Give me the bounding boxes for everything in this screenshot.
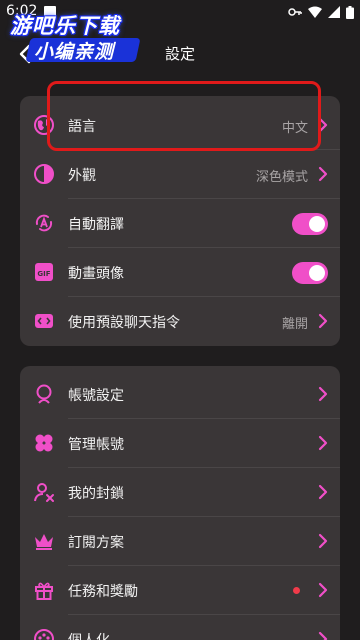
settings-row-value: 離開 — [281, 317, 308, 332]
crown-icon — [32, 529, 56, 553]
settings-row-account-settings[interactable]: 帳號設定 — [20, 370, 340, 419]
settings-card-account: 帳號設定 管理帳號 我的封鎖 訂閱方案 任務和獎勵 — [20, 366, 340, 640]
settings-row-label: 訂閱方案 — [68, 535, 124, 551]
settings-row-label: 帳號設定 — [68, 388, 124, 404]
watermark-line1: 游吧乐下载 — [10, 14, 120, 38]
settings-row-label: 自動翻譯 — [68, 217, 124, 233]
settings-row-label: 動畫頭像 — [68, 266, 124, 282]
toggle-knob — [309, 265, 325, 281]
settings-row-manage-accounts[interactable]: 管理帳號 — [20, 419, 340, 468]
settings-row-label: 外觀 — [68, 168, 96, 184]
settings-row-label: 任務和獎勵 — [68, 584, 138, 600]
notification-dot — [293, 587, 300, 594]
theme-icon — [32, 162, 56, 186]
chevron-right-icon — [318, 166, 328, 182]
manage-accounts-icon — [32, 431, 56, 455]
watermark: 游吧乐下载 小编亲测 — [4, 10, 154, 66]
palette-icon — [32, 627, 56, 640]
chevron-right-icon — [318, 435, 328, 451]
wifi-icon — [308, 6, 322, 18]
signal-icon — [328, 6, 340, 18]
watermark-line2: 小编亲测 — [34, 41, 115, 63]
settings-row-subscription[interactable]: 訂閱方案 — [20, 517, 340, 566]
settings-row-label: 我的封鎖 — [68, 486, 124, 502]
svg-text:GIF: GIF — [37, 270, 50, 278]
gif-icon: GIF — [32, 260, 56, 284]
account-icon — [32, 382, 56, 406]
settings-row-label: 個人化 — [68, 630, 110, 640]
battery-icon — [346, 5, 354, 19]
annotation-highlight — [47, 81, 321, 151]
key-icon — [288, 8, 302, 16]
chevron-right-icon — [318, 484, 328, 500]
auto-translate-toggle[interactable] — [292, 213, 328, 235]
settings-row-label: 管理帳號 — [68, 437, 124, 453]
gift-icon — [32, 578, 56, 602]
animated-avatar-toggle[interactable] — [292, 262, 328, 284]
settings-row-default-chat-command[interactable]: 使用預設聊天指令 離開 — [20, 297, 340, 346]
command-icon — [32, 309, 56, 333]
settings-row-personalize[interactable]: 個人化 — [20, 615, 340, 640]
toggle-knob — [309, 216, 325, 232]
settings-row-value: 深色模式 — [255, 170, 308, 185]
settings-row-appearance[interactable]: 外觀 深色模式 — [20, 150, 340, 199]
chevron-right-icon — [318, 631, 328, 640]
chevron-right-icon — [318, 386, 328, 402]
status-icons — [288, 5, 354, 19]
block-user-icon — [32, 480, 56, 504]
chevron-right-icon — [318, 313, 328, 329]
chevron-right-icon — [318, 582, 328, 598]
settings-row-my-blocks[interactable]: 我的封鎖 — [20, 468, 340, 517]
settings-row-label: 使用預設聊天指令 — [68, 315, 180, 331]
settings-row-tasks-rewards[interactable]: 任務和獎勵 — [20, 566, 340, 615]
settings-row-animated-avatar: GIF 動畫頭像 — [20, 248, 340, 297]
settings-row-auto-translate: 自動翻譯 — [20, 199, 340, 248]
chevron-right-icon — [318, 533, 328, 549]
translate-icon — [32, 211, 56, 235]
